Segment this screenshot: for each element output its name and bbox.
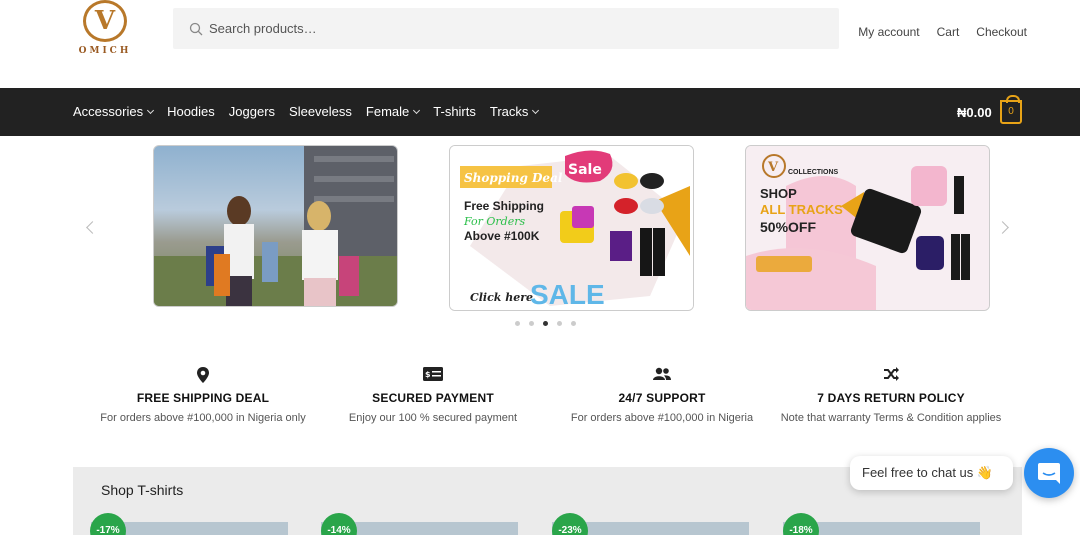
carousel-prev-arrow[interactable] [86,221,99,234]
svg-text:$: $ [425,370,431,379]
carousel-slide-shopping-deal[interactable]: Shopping Deal Sale Free Shipping For Ord… [449,145,694,311]
svg-text:For Orders: For Orders [463,215,525,228]
checkout-link[interactable]: Checkout [976,25,1027,39]
chat-icon [1038,463,1060,484]
nav-item-female[interactable]: Female [366,104,421,119]
cart-count: 0 [1008,106,1014,117]
carousel-slide-shoppers[interactable] [153,145,398,307]
discount-badge: -23% [552,513,588,535]
nav-item-tracks[interactable]: Tracks [490,104,540,119]
location-pin-icon [197,367,209,383]
feature-description: Enjoy our 100 % secured payment [348,412,518,424]
feature-title: 24/7 SUPPORT [618,391,706,405]
svg-text:COLLECTIONS: COLLECTIONS [788,169,838,176]
feature-return-policy: 7 DAYS RETURN POLICY Note that warranty … [771,367,1011,427]
carousel-dot-active[interactable] [543,321,548,326]
logo-emblem: V [83,0,127,42]
carousel-next-arrow[interactable] [996,221,1009,234]
svg-text:Above #100K: Above #100K [464,229,540,243]
svg-text:Click here: Click here [470,291,533,304]
feature-title: SECURED PAYMENT [372,391,494,405]
chevron-down-icon [532,106,540,114]
svg-text:ALL TRACKS: ALL TRACKS [760,202,843,217]
svg-text:Sale: Sale [568,162,602,178]
feature-description: For orders above #100,000 in Nigeria onl… [100,412,306,424]
carousel-dot[interactable] [529,321,534,326]
chevron-down-icon [147,106,155,114]
main-navigation: Accessories Hoodies Joggers Sleeveless F… [0,88,1080,136]
my-account-link[interactable]: My account [858,25,919,39]
discount-badge: -14% [321,513,357,535]
omich-logo[interactable]: V OMICH [76,0,134,60]
chat-launcher-button[interactable] [1024,448,1074,498]
carousel-dot[interactable] [557,321,562,326]
carousel-dot[interactable] [515,321,520,326]
nav-item-joggers[interactable]: Joggers [229,104,275,119]
discount-badge: -17% [90,513,126,535]
nav-item-accessories[interactable]: Accessories [73,104,155,119]
svg-text:Shopping Deal: Shopping Deal [464,171,563,185]
section-title: Shop T-shirts [101,482,184,498]
feature-title: FREE SHIPPING DEAL [136,391,270,405]
tracks-sale-banner: V COLLECTIONS SHOP ALL TRACKS 50%OFF [746,146,989,310]
nav-item-hoodies[interactable]: Hoodies [167,104,215,119]
cart-total[interactable]: ₦0.00 [957,105,992,120]
feature-free-shipping: FREE SHIPPING DEAL For orders above #100… [83,367,323,427]
feature-description: Note that warranty Terms & Condition app… [780,412,1002,424]
chat-greeting-bubble[interactable]: Feel free to chat us 👋 [850,456,1013,490]
shopping-deal-banner: Shopping Deal Sale Free Shipping For Ord… [450,146,693,310]
svg-text:SALE: SALE [530,279,605,310]
cart-link[interactable]: Cart [937,25,960,39]
logo-wordmark: OMICH [78,46,132,56]
svg-text:Free Shipping: Free Shipping [464,199,544,213]
svg-text:50%OFF: 50%OFF [760,219,816,235]
cart-bag-icon[interactable]: 0 [1000,95,1022,124]
carousel-slide-tracks-sale[interactable]: V COLLECTIONS SHOP ALL TRACKS 50%OFF [745,145,990,311]
account-links: My account Cart Checkout [858,25,1027,39]
shoppers-photo [154,146,397,306]
search-box[interactable] [173,8,839,49]
site-header: V OMICH My account Cart Checkout [0,0,1080,88]
carousel-dot[interactable] [571,321,576,326]
feature-title: 7 DAYS RETURN POLICY [817,391,965,405]
chevron-down-icon [413,106,421,114]
feature-support: 24/7 SUPPORT For orders above #100,000 i… [542,367,782,427]
nav-item-sleeveless[interactable]: Sleeveless [289,104,352,119]
shuffle-icon [884,367,899,381]
payment-card-icon: $ [423,367,443,381]
feature-secured-payment: $ SECURED PAYMENT Enjoy our 100 % secure… [313,367,553,427]
search-input[interactable] [209,8,809,49]
svg-text:V: V [767,160,779,175]
carousel-pagination [515,321,576,326]
feature-description: For orders above #100,000 in Nigeria [570,412,754,424]
svg-text:SHOP: SHOP [760,186,797,201]
search-icon [189,22,203,36]
users-icon [653,367,671,380]
nav-item-tshirts[interactable]: T-shirts [433,104,476,119]
discount-badge: -18% [783,513,819,535]
